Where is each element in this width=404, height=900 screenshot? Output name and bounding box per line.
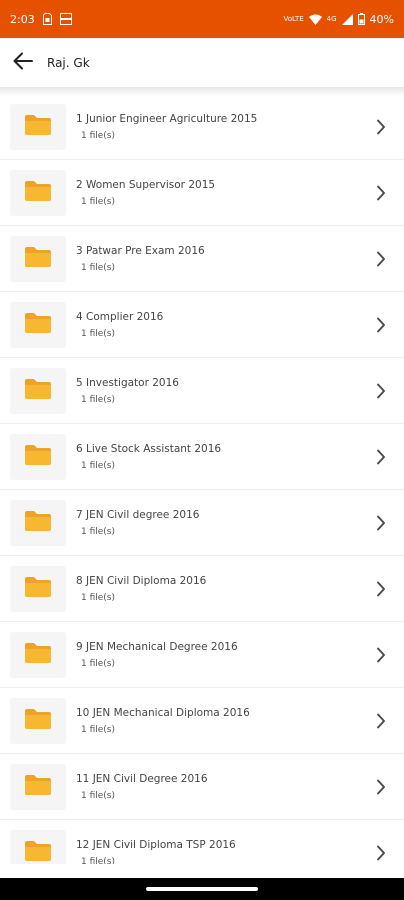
folder-thumbnail bbox=[10, 433, 66, 480]
folder-icon bbox=[24, 444, 52, 470]
folder-thumbnail bbox=[10, 631, 66, 678]
item-title: 1 Junior Engineer Agriculture 2015 bbox=[76, 112, 258, 125]
folder-thumbnail bbox=[10, 103, 66, 150]
item-file-count: 1 file(s) bbox=[81, 262, 116, 273]
item-title: 10 JEN Mechanical Diploma 2016 bbox=[76, 706, 250, 719]
status-bar: 2:03 VoLTE 4G 40% bbox=[0, 0, 404, 38]
navigation-bar bbox=[0, 878, 404, 900]
item-file-count: 1 file(s) bbox=[81, 724, 116, 735]
chevron-right-icon bbox=[366, 713, 396, 729]
item-file-count: 1 file(s) bbox=[81, 526, 116, 537]
folder-icon bbox=[24, 840, 52, 865]
folder-icon bbox=[24, 378, 52, 404]
folder-list: 1 Junior Engineer Agriculture 2015 1 file… bbox=[0, 94, 404, 864]
sim-card-icon bbox=[42, 13, 52, 25]
folder-thumbnail bbox=[10, 829, 66, 865]
chevron-right-icon bbox=[366, 581, 396, 597]
folder-icon bbox=[24, 774, 52, 800]
chevron-right-icon bbox=[366, 449, 396, 465]
item-title: 12 JEN Civil Diploma TSP 2016 bbox=[76, 838, 236, 851]
item-title: 6 Live Stock Assistant 2016 bbox=[76, 442, 222, 455]
folder-icon bbox=[24, 576, 52, 602]
list-item[interactable]: 1 Junior Engineer Agriculture 2015 1 file… bbox=[0, 94, 404, 160]
item-title: 7 JEN Civil degree 2016 bbox=[76, 508, 200, 521]
status-time: 2:03 bbox=[10, 12, 35, 26]
folder-icon bbox=[24, 246, 52, 272]
folder-thumbnail bbox=[10, 367, 66, 414]
folder-icon bbox=[24, 642, 52, 668]
network-label: 4G bbox=[326, 14, 337, 23]
item-file-count: 1 file(s) bbox=[81, 328, 116, 339]
item-file-count: 1 file(s) bbox=[81, 658, 116, 669]
chevron-right-icon bbox=[366, 317, 396, 333]
chevron-right-icon bbox=[366, 647, 396, 663]
folder-thumbnail bbox=[10, 301, 66, 348]
page-title: Raj. Gk bbox=[47, 55, 90, 70]
chevron-right-icon bbox=[366, 845, 396, 861]
signal-icon bbox=[341, 13, 353, 25]
item-title: 11 JEN Civil Degree 2016 bbox=[76, 772, 208, 785]
item-title: 9 JEN Mechanical Degree 2016 bbox=[76, 640, 238, 653]
chevron-right-icon bbox=[366, 185, 396, 201]
chevron-right-icon bbox=[366, 515, 396, 531]
back-button[interactable] bbox=[0, 38, 46, 88]
folder-thumbnail bbox=[10, 499, 66, 546]
item-file-count: 1 file(s) bbox=[81, 856, 116, 865]
folder-icon bbox=[24, 180, 52, 206]
chevron-right-icon bbox=[366, 251, 396, 267]
list-item[interactable]: 7 JEN Civil degree 2016 1 file(s) bbox=[0, 490, 404, 556]
list-item[interactable]: 9 JEN Mechanical Degree 2016 1 file(s) bbox=[0, 622, 404, 688]
list-item[interactable]: 8 JEN Civil Diploma 2016 1 file(s) bbox=[0, 556, 404, 622]
item-title: 8 JEN Civil Diploma 2016 bbox=[76, 574, 207, 587]
folder-thumbnail bbox=[10, 763, 66, 810]
item-title: 5 Investigator 2016 bbox=[76, 376, 179, 389]
folder-icon bbox=[24, 114, 52, 140]
chevron-right-icon bbox=[366, 779, 396, 795]
list-item[interactable]: 10 JEN Mechanical Diploma 2016 1 file(s) bbox=[0, 688, 404, 754]
list-item[interactable]: 6 Live Stock Assistant 2016 1 file(s) bbox=[0, 424, 404, 490]
volte-label: VoLTE bbox=[283, 14, 304, 23]
battery-icon bbox=[357, 13, 365, 25]
folder-icon bbox=[24, 312, 52, 338]
item-title: 4 Complier 2016 bbox=[76, 310, 164, 323]
folder-icon bbox=[24, 510, 52, 536]
wifi-icon bbox=[308, 14, 322, 25]
item-file-count: 1 file(s) bbox=[81, 196, 116, 207]
list-item[interactable]: 4 Complier 2016 1 file(s) bbox=[0, 292, 404, 358]
app-bar: Raj. Gk bbox=[0, 38, 404, 88]
hd-data-icon bbox=[59, 13, 72, 25]
item-file-count: 1 file(s) bbox=[81, 592, 116, 603]
folder-icon bbox=[24, 708, 52, 734]
home-gesture-handle[interactable] bbox=[146, 887, 258, 891]
folder-thumbnail bbox=[10, 169, 66, 216]
list-item[interactable]: 11 JEN Civil Degree 2016 1 file(s) bbox=[0, 754, 404, 820]
list-item[interactable]: 12 JEN Civil Diploma TSP 2016 1 file(s) bbox=[0, 820, 404, 864]
chevron-right-icon bbox=[366, 383, 396, 399]
item-file-count: 1 file(s) bbox=[81, 394, 116, 405]
folder-thumbnail bbox=[10, 697, 66, 744]
item-title: 2 Women Supervisor 2015 bbox=[76, 178, 216, 191]
list-item[interactable]: 5 Investigator 2016 1 file(s) bbox=[0, 358, 404, 424]
list-item[interactable]: 2 Women Supervisor 2015 1 file(s) bbox=[0, 160, 404, 226]
arrow-left-icon bbox=[13, 52, 33, 74]
chevron-right-icon bbox=[366, 119, 396, 135]
folder-thumbnail bbox=[10, 235, 66, 282]
battery-percent: 40% bbox=[369, 12, 394, 26]
item-file-count: 1 file(s) bbox=[81, 790, 116, 801]
folder-thumbnail bbox=[10, 565, 66, 612]
item-title: 3 Patwar Pre Exam 2016 bbox=[76, 244, 205, 257]
list-item[interactable]: 3 Patwar Pre Exam 2016 1 file(s) bbox=[0, 226, 404, 292]
item-file-count: 1 file(s) bbox=[81, 460, 116, 471]
item-file-count: 1 file(s) bbox=[81, 130, 116, 141]
